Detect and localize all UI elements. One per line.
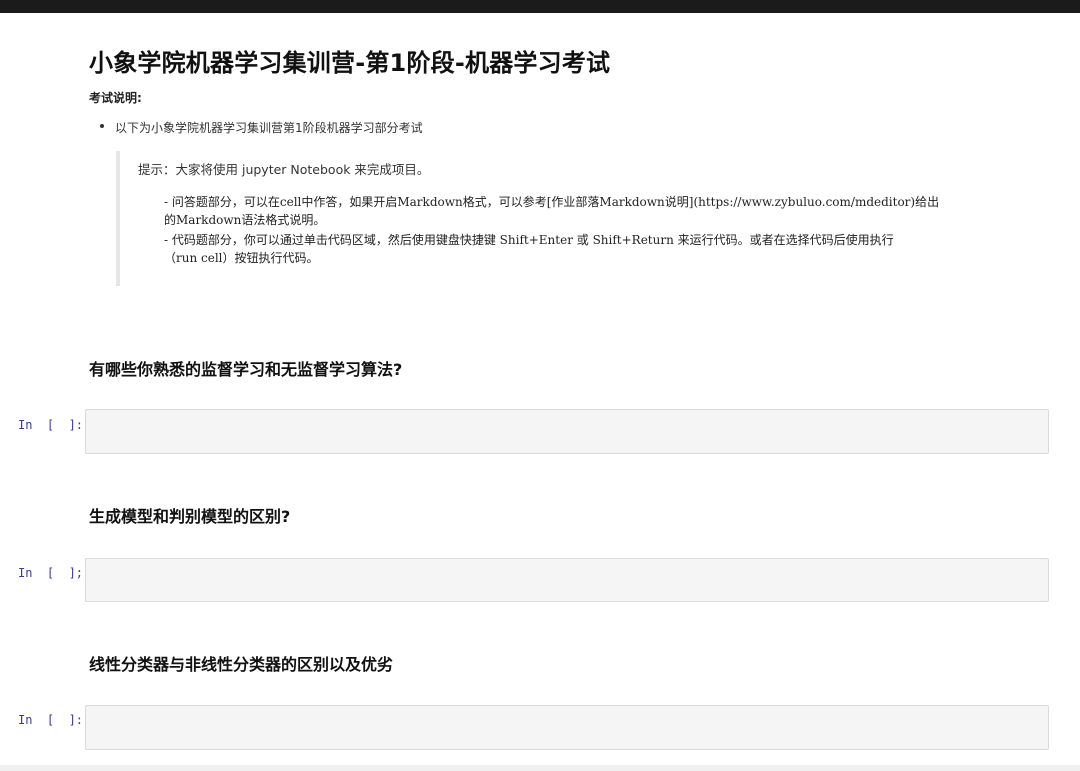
browser-top-bar bbox=[0, 0, 1080, 13]
code-cell-input-1[interactable] bbox=[85, 409, 1049, 454]
notebook-content: 小象学院机器学习集训营-第1阶段-机器学习考试 考试说明: 以下为小象学院机器学… bbox=[0, 13, 1080, 771]
bottom-scroll-strip bbox=[0, 765, 1080, 771]
hint-blockquote: 提示：大家将使用 jupyter Notebook 来完成项目。 - 问答题部分… bbox=[116, 151, 990, 286]
hint-line-code: - 代码题部分，你可以通过单击代码区域，然后使用键盘快捷键 Shift+Ente… bbox=[164, 233, 894, 247]
cell-prompt-1: In [ ]: bbox=[18, 418, 84, 432]
page-title: 小象学院机器学习集训营-第1阶段-机器学习考试 bbox=[89, 49, 611, 77]
hint-line-code-cont: （run cell）按钮执行代码。 bbox=[164, 251, 319, 265]
question-heading-3: 线性分类器与非线性分类器的区别以及优劣 bbox=[89, 655, 394, 674]
hint-line-markdown-cont: 的Markdown语法格式说明。 bbox=[164, 213, 326, 227]
cell-prompt-2: In [ ]; bbox=[18, 566, 84, 580]
code-cell-input-2[interactable] bbox=[85, 558, 1049, 602]
question-heading-1: 有哪些你熟悉的监督学习和无监督学习算法? bbox=[89, 360, 403, 379]
question-heading-2: 生成模型和判别模型的区别? bbox=[89, 507, 291, 526]
exam-description-label: 考试说明: bbox=[89, 91, 142, 105]
hint-line-markdown: - 问答题部分，可以在cell中作答，如果开启Markdown格式，可以参考[作… bbox=[164, 195, 940, 209]
code-cell-input-3[interactable] bbox=[85, 705, 1049, 750]
cell-prompt-3: In [ ]: bbox=[18, 713, 84, 727]
bullet-dot-icon bbox=[100, 124, 104, 128]
hint-label: 提示：大家将使用 jupyter Notebook 来完成项目。 bbox=[138, 162, 430, 177]
exam-bullet-text: 以下为小象学院机器学习集训营第1阶段机器学习部分考试 bbox=[115, 121, 423, 135]
